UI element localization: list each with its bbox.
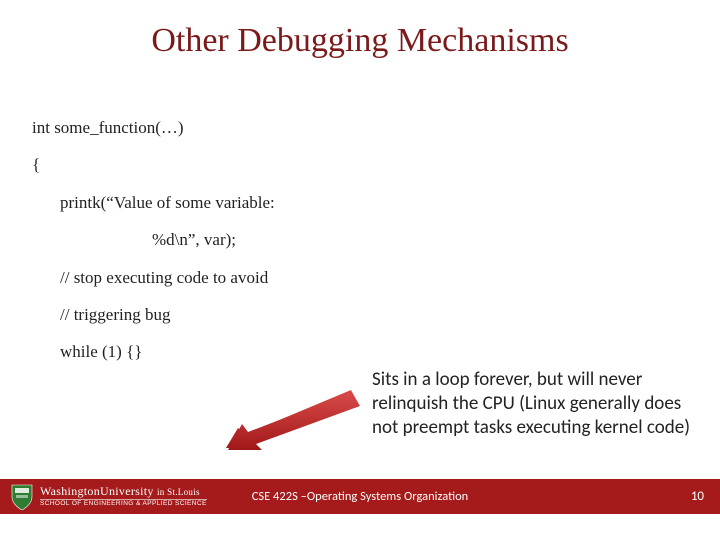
code-line-1: int some_function(…) (32, 118, 275, 138)
code-block: int some_function(…) { printk(“Value of … (32, 118, 275, 380)
annotation-text: Sits in a loop forever, but will never r… (372, 368, 692, 439)
slide: Other Debugging Mechanisms int some_func… (0, 0, 720, 540)
arrow-icon (222, 390, 362, 450)
code-line-2: { (32, 155, 275, 175)
page-number: 10 (691, 489, 704, 504)
code-line-7: while (1) {} (32, 342, 275, 362)
code-line-4: %d\n”, var); (32, 230, 275, 250)
slide-title: Other Debugging Mechanisms (0, 22, 720, 60)
footer-bar: WashingtonUniversity in St.Louis SCHOOL … (0, 479, 720, 514)
footer-course: CSE 422S –Operating Systems Organization (0, 489, 720, 504)
code-line-5: // stop executing code to avoid (32, 268, 275, 288)
code-line-6: // triggering bug (32, 305, 275, 325)
code-line-3: printk(“Value of some variable: (32, 193, 275, 213)
